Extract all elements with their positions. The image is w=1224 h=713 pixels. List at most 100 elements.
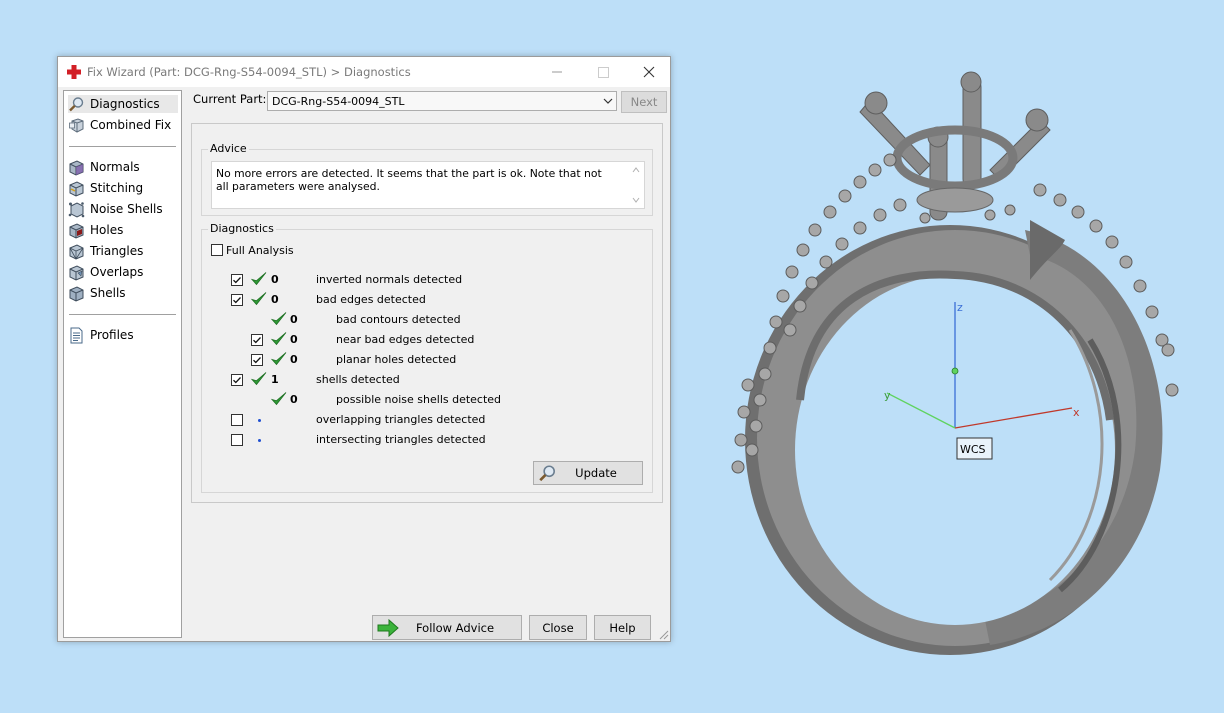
green-check-icon (250, 292, 267, 306)
green-check-icon (250, 272, 267, 286)
green-check-icon (270, 392, 287, 406)
advice-scrollbar[interactable] (628, 162, 644, 208)
sidebar-item-label: Diagnostics (90, 97, 160, 111)
diagnostic-label: bad edges detected (316, 293, 426, 306)
x-axis-label: x (1073, 406, 1080, 419)
sidebar-item-stitching[interactable]: Stitching (68, 179, 178, 197)
diagnostic-count: 0 (290, 393, 298, 406)
minimize-button[interactable] (534, 57, 580, 87)
sidebar-item-label: Shells (90, 286, 126, 300)
sidebar-item-shells[interactable]: Shells (68, 284, 178, 302)
profiles-document-icon (70, 327, 83, 343)
close-window-button[interactable] (626, 57, 672, 87)
maximize-button[interactable] (580, 57, 626, 87)
z-axis-label: z (957, 301, 963, 314)
sidebar-item-label: Combined Fix (90, 118, 172, 132)
sidebar-item-label: Profiles (90, 328, 134, 342)
fix-wizard-window: Fix Wizard (Part: DCG-Rng-S54-0094_STL) … (57, 56, 671, 642)
sidebar-item-noise-shells[interactable]: Noise Shells (68, 200, 178, 218)
follow-advice-button[interactable]: Follow Advice (372, 615, 522, 640)
update-button[interactable]: Update (533, 461, 643, 485)
sidebar-item-combined-fix[interactable]: Combined Fix (68, 116, 178, 134)
sidebar-item-normals[interactable]: Normals (68, 158, 178, 176)
green-arrow-icon (377, 619, 399, 637)
full-analysis-label: Full Analysis (226, 244, 294, 257)
sidebar-item-label: Holes (90, 223, 124, 237)
sidebar-item-label: Triangles (90, 244, 144, 258)
diagnostic-checkbox[interactable] (231, 434, 243, 446)
y-axis-label: y (884, 389, 891, 402)
current-part-select[interactable]: DCG-Rng-S54-0094_STL (267, 91, 617, 111)
diagnostic-checkbox[interactable] (231, 374, 243, 386)
pending-status-icon (258, 419, 261, 422)
diagnostic-count: 0 (271, 293, 279, 306)
sidebar-item-holes[interactable]: Holes (68, 221, 178, 239)
overlaps-cube-icon (69, 264, 84, 281)
advice-group-title: Advice (208, 142, 249, 155)
diagnostic-count: 0 (290, 353, 298, 366)
sidebar-item-label: Normals (90, 160, 140, 174)
noise-shells-icon (68, 201, 85, 218)
diagnostic-checkbox[interactable] (251, 354, 263, 366)
shells-cube-icon (69, 285, 84, 302)
advice-textbox[interactable]: No more errors are detected. It seems th… (211, 161, 645, 209)
sidebar-divider (69, 146, 176, 147)
close-button[interactable]: Close (529, 615, 587, 640)
sidebar-item-diagnostics[interactable]: Diagnostics (68, 95, 178, 113)
sidebar-item-profiles[interactable]: Profiles (68, 326, 178, 344)
update-label: Update (575, 466, 617, 480)
diagnostic-label: possible noise shells detected (336, 393, 502, 406)
chevron-down-icon (603, 98, 613, 104)
checkmark-icon (253, 357, 261, 364)
diagnostic-label: overlapping triangles detected (316, 413, 486, 426)
resize-grip-icon[interactable] (659, 630, 669, 640)
diagnostic-count: 1 (271, 373, 279, 386)
normals-cube-icon (69, 159, 84, 176)
window-title: Fix Wizard (Part: DCG-Rng-S54-0094_STL) … (87, 65, 411, 79)
wcs-label: WCS (960, 443, 986, 456)
combined-fix-icon (69, 117, 84, 133)
green-check-icon (270, 332, 287, 346)
diagnostics-group-title: Diagnostics (208, 222, 276, 235)
diagnostic-label: bad contours detected (336, 313, 461, 326)
diagnostic-checkbox[interactable] (231, 414, 243, 426)
diagnostic-label: shells detected (316, 373, 400, 386)
current-part-label: Current Part: (193, 92, 267, 106)
next-button[interactable]: Next (621, 91, 667, 113)
green-check-icon (270, 312, 287, 326)
diagnostic-checkbox[interactable] (231, 294, 243, 306)
diagnostic-label: planar holes detected (336, 353, 457, 366)
wizard-sidebar: Diagnostics Combined Fix Normals Stitchi… (63, 90, 182, 638)
diagnostic-label: inverted normals detected (316, 273, 463, 286)
3d-viewport[interactable]: z x y WCS (720, 60, 1200, 660)
diagnostic-label: intersecting triangles detected (316, 433, 486, 446)
green-check-icon (250, 372, 267, 386)
holes-cube-icon (69, 222, 84, 239)
help-button[interactable]: Help (594, 615, 651, 640)
red-cross-icon (67, 65, 81, 79)
triangles-cube-icon (69, 243, 84, 260)
diagnostic-count: 0 (271, 273, 279, 286)
advice-text: No more errors are detected. It seems th… (216, 167, 602, 193)
sidebar-item-label: Stitching (90, 181, 144, 195)
checkmark-icon (233, 277, 241, 284)
pending-status-icon (258, 439, 261, 442)
diagnostic-checkbox[interactable] (231, 274, 243, 286)
title-bar[interactable]: Fix Wizard (Part: DCG-Rng-S54-0094_STL) … (58, 57, 670, 87)
diagnostic-label: near bad edges detected (336, 333, 475, 346)
sidebar-item-triangles[interactable]: Triangles (68, 242, 178, 260)
current-part-value: DCG-Rng-S54-0094_STL (272, 95, 405, 108)
full-analysis-checkbox[interactable] (211, 244, 223, 256)
checkmark-icon (233, 297, 241, 304)
sidebar-item-label: Noise Shells (90, 202, 163, 216)
magnifier-icon (69, 96, 84, 111)
sidebar-divider (69, 314, 176, 315)
follow-advice-label: Follow Advice (415, 620, 495, 635)
diagnostic-count: 0 (290, 333, 298, 346)
sidebar-item-label: Overlaps (90, 265, 144, 279)
sidebar-item-overlaps[interactable]: Overlaps (68, 263, 178, 281)
checkmark-icon (233, 377, 241, 384)
checkmark-icon (253, 337, 261, 344)
diagnostic-checkbox[interactable] (251, 334, 263, 346)
magnifier-icon (539, 465, 555, 482)
